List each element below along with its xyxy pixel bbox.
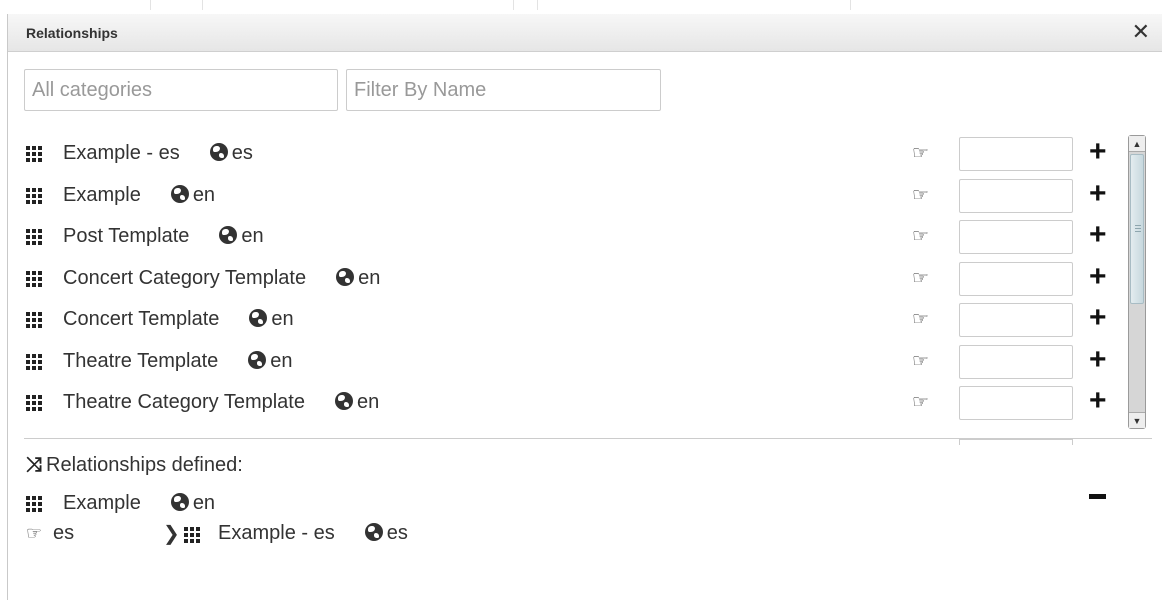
relationships-dialog: Relationships ✕ Example - es es ☞ + Example e… [7, 14, 1162, 600]
relationship-input[interactable] [959, 137, 1073, 171]
add-relationship-button[interactable]: + [1089, 385, 1107, 417]
globe-icon [248, 351, 267, 369]
relationship-input[interactable] [959, 303, 1073, 337]
th-icon [26, 496, 42, 512]
globe-icon [219, 226, 238, 244]
list-item: Concert Category Template en ☞ + [8, 259, 1153, 299]
strip-divider [513, 0, 514, 10]
name-filter-input[interactable] [346, 69, 661, 111]
strip-divider [537, 0, 538, 10]
th-icon [26, 312, 42, 328]
close-icon[interactable]: ✕ [1132, 21, 1150, 43]
add-relationship-button[interactable]: + [1089, 261, 1107, 293]
list-item: Example en ☞ + [8, 176, 1153, 216]
relationship-input[interactable] [959, 345, 1073, 379]
th-icon [26, 188, 42, 204]
relationship-input[interactable] [959, 386, 1073, 420]
item-lang: en [270, 350, 293, 372]
item-name: Theatre Template [63, 350, 219, 372]
list-item: Example - es es ☞ + [8, 134, 1153, 174]
add-relationship-button[interactable]: + [1089, 178, 1107, 210]
item-lang: en [241, 225, 264, 247]
strip-divider [202, 0, 203, 10]
remove-relationship-button[interactable] [1089, 494, 1106, 499]
item-lang: en [192, 184, 216, 206]
defined-source-lang: en [192, 492, 216, 514]
hand-pointer-icon: ☞ [912, 185, 930, 206]
defined-source-row: Example en [8, 492, 1153, 518]
relationships-defined-label: Relationships defined: [46, 454, 243, 476]
strip-divider [150, 0, 151, 10]
item-name: Theatre Category Template [63, 391, 305, 413]
list-scrollbar[interactable]: ▲ ▼ [1128, 135, 1146, 429]
list-item: Theatre Template en ☞ + [8, 342, 1153, 382]
th-icon [26, 271, 42, 287]
defined-source-name: Example [63, 492, 141, 514]
hand-pointer-icon: ☞ [912, 226, 930, 247]
hand-pointer-icon: ☞ [912, 143, 930, 164]
globe-icon [364, 523, 383, 541]
hand-pointer-icon: ☞ [26, 523, 43, 543]
th-icon [26, 146, 42, 162]
scroll-thumb[interactable] [1130, 154, 1144, 304]
globe-icon [170, 185, 189, 203]
hand-pointer-icon: ☞ [912, 351, 930, 372]
add-relationship-button[interactable]: + [1089, 302, 1107, 334]
defined-target-name: Example - es [218, 522, 335, 544]
list-item: Concert Template en ☞ + [8, 300, 1153, 340]
item-lang: en [271, 308, 294, 330]
item-name: Concert Category Template [63, 267, 307, 289]
th-icon [184, 527, 200, 543]
th-icon [26, 395, 42, 411]
relationships-defined-header: ⤨ Relationships defined: [26, 454, 243, 477]
scroll-down-arrow-icon[interactable]: ▼ [1129, 412, 1145, 428]
th-icon [26, 229, 42, 245]
item-name: Example [63, 184, 141, 206]
item-lang: en [358, 267, 381, 289]
add-relationship-button[interactable]: + [1089, 136, 1107, 168]
dialog-titlebar: Relationships ✕ [8, 14, 1162, 52]
globe-icon [170, 493, 189, 511]
add-relationship-button[interactable]: + [1089, 219, 1107, 251]
globe-icon [209, 143, 228, 161]
scroll-grip-icon [1135, 225, 1141, 232]
relationship-input[interactable] [959, 179, 1073, 213]
defined-target-row: ☞ es ❯ Example - es es [26, 522, 626, 548]
dialog-title: Relationships [26, 25, 118, 41]
relation-lang: es [53, 522, 75, 544]
relationship-input[interactable] [959, 220, 1073, 254]
strip-divider [850, 0, 851, 10]
shuffle-icon: ⤨ [26, 454, 42, 476]
hand-pointer-icon: ☞ [912, 309, 930, 330]
globe-icon [336, 268, 355, 286]
section-divider [24, 438, 1152, 439]
hand-pointer-icon: ☞ [912, 268, 930, 289]
top-strip [0, 0, 1162, 14]
scroll-up-arrow-icon[interactable]: ▲ [1129, 136, 1145, 152]
item-lang: en [356, 391, 380, 413]
globe-icon [249, 309, 268, 327]
list-item: Post Template en ☞ + [8, 217, 1153, 257]
item-name: Post Template [63, 225, 190, 247]
relationship-input[interactable] [959, 262, 1073, 296]
item-name: Example - es [63, 142, 180, 164]
defined-target-lang: es [386, 522, 408, 544]
relationship-input[interactable] [959, 439, 1073, 445]
add-relationship-button[interactable]: + [1089, 344, 1107, 376]
hand-pointer-icon: ☞ [912, 392, 930, 413]
candidate-list: Example - es es ☞ + Example en ☞ + Post Template… [8, 134, 1153, 429]
category-filter-input[interactable] [24, 69, 338, 111]
list-item: Theatre Category Template en ☞ + [8, 383, 1153, 423]
chevron-right-icon: ❯ [163, 523, 180, 545]
th-icon [26, 354, 42, 370]
item-lang: es [231, 142, 253, 164]
item-name: Concert Template [63, 308, 220, 330]
globe-icon [334, 392, 353, 410]
